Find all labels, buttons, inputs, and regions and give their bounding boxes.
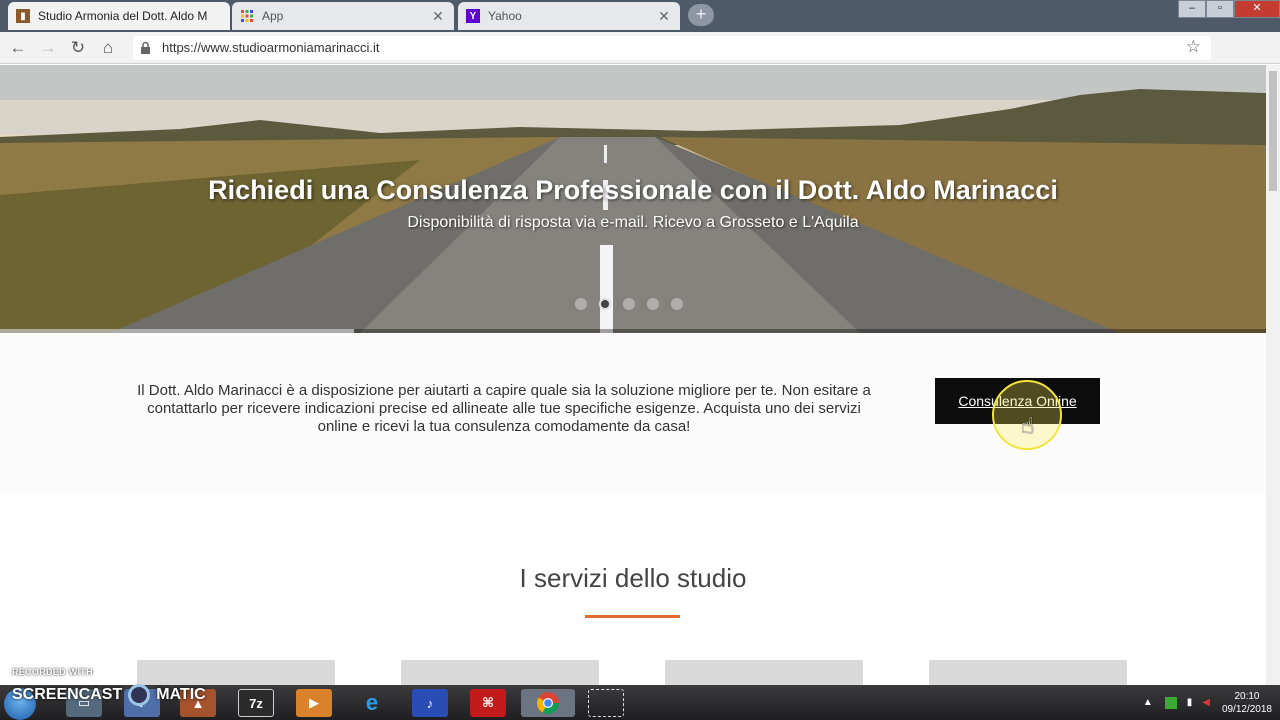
bookmark-star-icon[interactable]: ☆ (1186, 37, 1201, 57)
tab-strip: ▮ Studio Armonia del Dott. Aldo M App ✕ … (0, 0, 1280, 32)
close-window-icon[interactable]: ✕ (1234, 0, 1280, 18)
address-bar[interactable]: https://www.studioarmoniamarinacci.it ☆ (133, 36, 1211, 60)
hero-slider: Richiedi una Consulenza Professionale co… (0, 65, 1266, 333)
clock[interactable]: 20:10 09/12/2018 (1222, 690, 1272, 716)
tab-studio-armonia[interactable]: ▮ Studio Armonia del Dott. Aldo M (8, 2, 230, 30)
volume-icon[interactable]: ◀ (1202, 697, 1210, 708)
screencast-watermark: SCREENCAST MATIC (12, 684, 206, 706)
back-icon[interactable]: ← (7, 38, 29, 58)
services-title-underline (585, 615, 680, 618)
page-scrollbar[interactable] (1266, 65, 1280, 685)
service-card[interactable] (401, 660, 599, 685)
slider-dot[interactable] (647, 298, 659, 310)
studio-favicon: ▮ (16, 9, 30, 23)
internet-explorer-icon[interactable]: e (354, 689, 390, 717)
service-card[interactable] (665, 660, 863, 685)
forward-icon[interactable]: → (37, 38, 59, 58)
close-tab-icon[interactable]: ✕ (656, 8, 672, 25)
reload-icon[interactable]: ↻ (67, 38, 89, 58)
url-text: https://www.studioarmoniamarinacci.it (162, 40, 380, 55)
browser-toolbar: ← → ↻ ⌂ https://www.studioarmoniamarinac… (0, 32, 1280, 90)
services-title: I servizi dello studio (519, 563, 747, 593)
media-icon[interactable]: ♪ (412, 689, 448, 717)
slider-dot-active[interactable] (599, 298, 611, 310)
tab-app[interactable]: App ✕ (232, 2, 454, 30)
hero-subtitle: Disponibilità di risposta via e-mail. Ri… (407, 214, 859, 231)
lock-icon (141, 41, 150, 59)
new-tab-button[interactable]: + (688, 4, 714, 26)
slider-dot[interactable] (623, 298, 635, 310)
scrollbar-thumb[interactable] (1269, 71, 1277, 191)
maximize-icon[interactable]: ▫ (1206, 0, 1234, 18)
clock-date: 09/12/2018 (1221, 703, 1272, 715)
home-icon[interactable]: ⌂ (97, 38, 119, 58)
close-tab-icon[interactable]: ✕ (430, 8, 446, 25)
slider-dot[interactable] (575, 298, 587, 310)
watermark-screencast: SCREENCAST (12, 686, 123, 703)
tab-yahoo[interactable]: Y Yahoo ✕ (458, 2, 680, 30)
media-player-icon[interactable]: ▶ (296, 689, 332, 717)
slider-dots (575, 298, 683, 310)
screencast-logo-icon (128, 684, 151, 706)
tray-app-icon[interactable] (1164, 696, 1177, 709)
tab-title: Yahoo (488, 9, 522, 23)
minimize-icon[interactable]: – (1178, 0, 1206, 18)
watermark-matic: MATIC (156, 686, 206, 703)
page-viewport: Richiedi una Consulenza Professionale co… (0, 65, 1266, 685)
hero-title: Richiedi una Consulenza Professionale co… (208, 175, 1058, 205)
service-card[interactable] (929, 660, 1127, 685)
tab-title: Studio Armonia del Dott. Aldo M (38, 9, 208, 23)
watermark-recorded-with: RECORDED WITH (12, 667, 93, 677)
snipping-icon[interactable] (588, 689, 624, 717)
clock-time: 20:10 (1234, 690, 1260, 702)
network-icon[interactable]: ▮ (1187, 697, 1193, 708)
window-controls: – ▫ ✕ (1178, 0, 1280, 18)
acrobat-icon[interactable]: ⌘ (470, 689, 506, 717)
cta-band: Il Dott. Aldo Marinacci è a disposizione… (0, 333, 1266, 493)
service-card[interactable] (137, 660, 335, 685)
yahoo-icon: Y (466, 9, 480, 23)
apps-grid-icon (240, 9, 254, 23)
cta-description: Il Dott. Aldo Marinacci è a disposizione… (137, 382, 871, 435)
tab-title: App (262, 9, 284, 23)
slider-dot[interactable] (671, 298, 683, 310)
system-tray: ▲ ▮ ◀ 20:10 09/12/2018 (1143, 685, 1280, 720)
7zip-icon[interactable]: 7z (238, 689, 274, 717)
chrome-icon[interactable] (521, 689, 575, 717)
tray-expand-icon[interactable]: ▲ (1143, 697, 1153, 708)
hand-pointer-icon: ☝ (1021, 413, 1035, 438)
